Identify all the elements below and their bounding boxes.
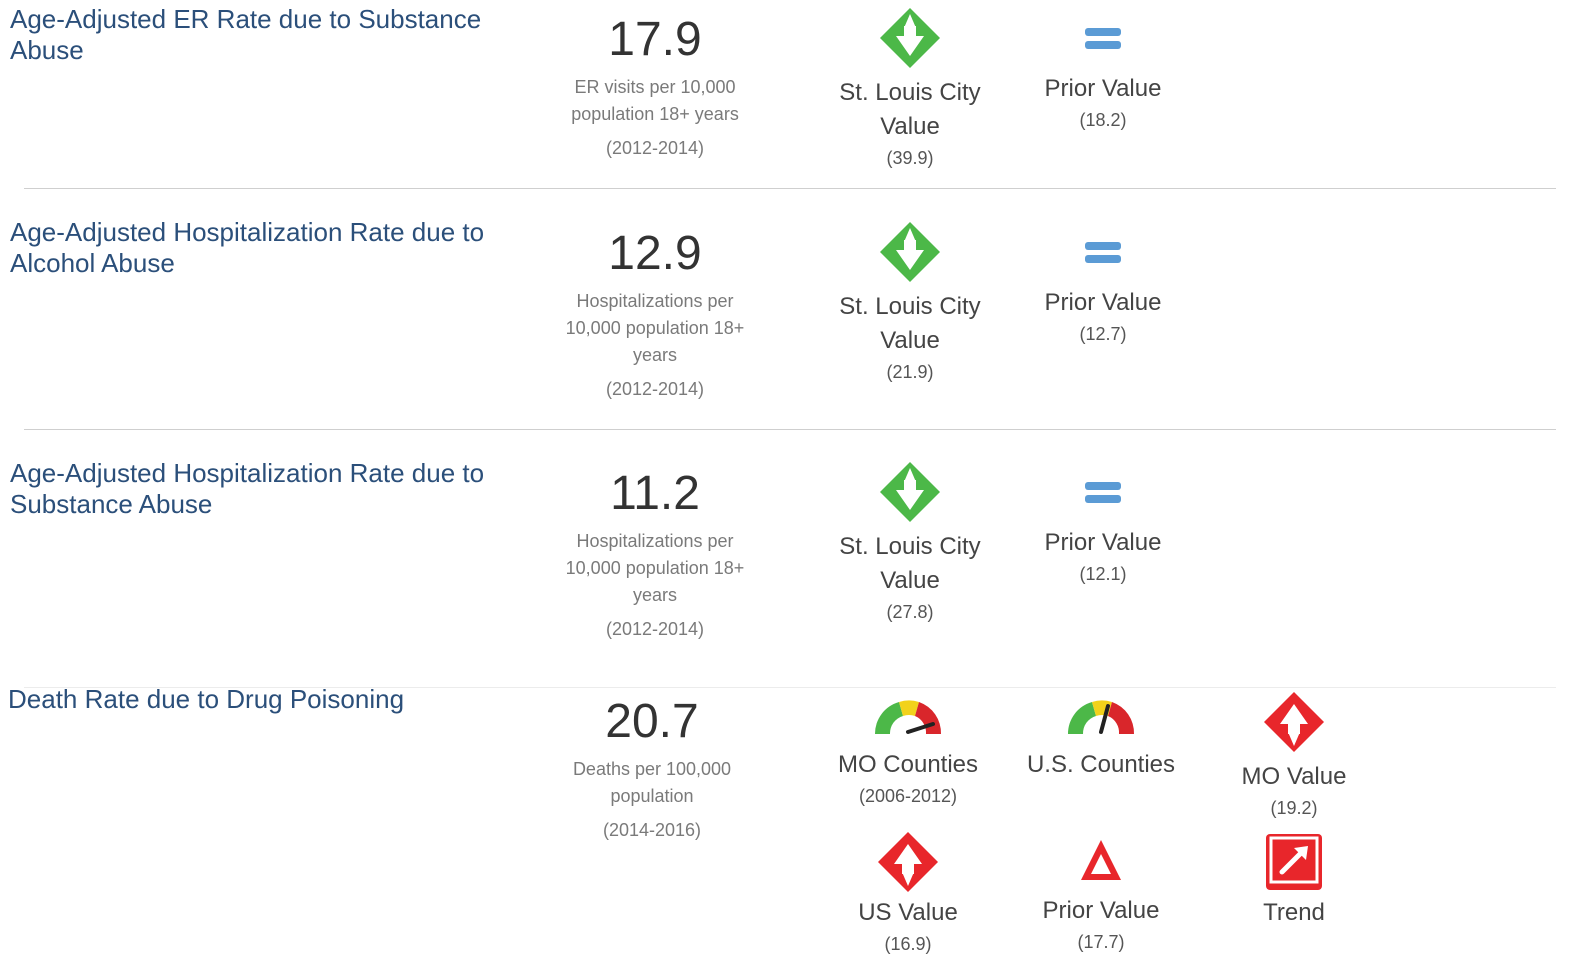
comparison-label: US Value [858, 899, 958, 926]
gauge-icon [874, 700, 942, 734]
indicator-unit: Hospitalizations per 10,000 population 1… [565, 531, 745, 605]
indicator-title[interactable]: Age-Adjusted ER Rate due to Substance Ab… [10, 4, 510, 66]
indicator-value: 17.9 [608, 13, 702, 66]
comparison-prior-value[interactable]: Prior Value (12.7) [1013, 238, 1193, 348]
green-diamond-down-icon [880, 462, 940, 522]
comparison-us-value[interactable]: US Value (16.9) [818, 830, 998, 958]
row-divider [24, 429, 1556, 430]
comparison-label: Prior Value [1044, 529, 1162, 556]
indicator-value: 11.2 [610, 467, 700, 520]
indicator-period: (2012-2014) [605, 379, 705, 399]
comparison-prior-value[interactable]: Prior Value (12.1) [1013, 478, 1193, 588]
indicator-period: (2014-2016) [602, 820, 702, 840]
comparison-st-louis-city[interactable]: St. Louis City Value (27.8) [820, 460, 1000, 626]
comparison-value: (17.7) [1077, 932, 1125, 952]
comparison-prior-value[interactable]: Prior Value (17.7) [1011, 838, 1191, 956]
equal-icon [1085, 482, 1121, 503]
comparison-mo-value[interactable]: MO Value (19.2) [1204, 690, 1384, 822]
equal-icon [1085, 28, 1121, 49]
comparison-label: Prior Value [1044, 75, 1162, 102]
comparison-st-louis-city[interactable]: St. Louis City Value (39.9) [820, 6, 1000, 172]
red-triangle-up-icon [1081, 840, 1121, 880]
red-diamond-up-icon [1264, 692, 1324, 752]
indicator-unit: Deaths per 100,000 population [572, 759, 732, 806]
indicator-title[interactable]: Death Rate due to Drug Poisoning [8, 684, 508, 715]
green-diamond-down-icon [880, 222, 940, 282]
comparison-trend[interactable]: Trend [1204, 832, 1384, 930]
indicator-unit: Hospitalizations per 10,000 population 1… [565, 291, 745, 365]
equal-icon [1085, 242, 1121, 263]
comparison-label: U.S. Counties [1026, 751, 1176, 778]
comparison-label: MO Counties [837, 751, 979, 778]
comparison-value: (27.8) [886, 602, 934, 622]
comparison-value: (18.2) [1079, 110, 1127, 130]
indicator-unit: ER visits per 10,000 population 18+ year… [571, 77, 739, 124]
comparison-value: (16.9) [884, 934, 932, 954]
indicator-title[interactable]: Age-Adjusted Hospitalization Rate due to… [10, 217, 510, 279]
indicator-title[interactable]: Age-Adjusted Hospitalization Rate due to… [10, 458, 510, 520]
comparison-value: (21.9) [886, 362, 934, 382]
comparison-mo-counties[interactable]: MO Counties (2006-2012) [818, 694, 998, 810]
green-diamond-down-icon [880, 8, 940, 68]
comparison-value: (12.7) [1079, 324, 1127, 344]
red-diamond-up-icon [878, 832, 938, 892]
indicator-period: (2012-2014) [605, 138, 705, 158]
comparison-value: (19.2) [1270, 798, 1318, 818]
comparison-label: St. Louis City Value [839, 293, 981, 354]
trend-icon [1266, 834, 1322, 890]
indicator-value-block: 20.7 Deaths per 100,000 population (2014… [532, 694, 772, 841]
comparison-prior-value[interactable]: Prior Value (18.2) [1013, 24, 1193, 134]
comparison-label: Trend [1263, 899, 1325, 926]
indicator-period: (2012-2014) [605, 619, 705, 639]
comparison-st-louis-city[interactable]: St. Louis City Value (21.9) [820, 220, 1000, 386]
gauge-icon [1067, 700, 1135, 734]
indicator-value-block: 17.9 ER visits per 10,000 population 18+… [535, 12, 775, 159]
comparison-value: (2006-2012) [858, 786, 958, 806]
comparison-label: MO Value [1241, 763, 1347, 790]
comparison-label: St. Louis City Value [839, 79, 981, 140]
indicator-value: 12.9 [608, 227, 702, 280]
indicator-value: 20.7 [605, 695, 699, 748]
indicator-value-block: 12.9 Hospitalizations per 10,000 populat… [535, 226, 775, 400]
comparison-label: Prior Value [1042, 897, 1160, 924]
comparison-label: St. Louis City Value [839, 533, 981, 594]
indicator-value-block: 11.2 Hospitalizations per 10,000 populat… [535, 466, 775, 640]
row-divider [24, 188, 1556, 189]
comparison-value: (12.1) [1079, 564, 1127, 584]
comparison-us-counties[interactable]: U.S. Counties [1011, 694, 1191, 782]
comparison-value: (39.9) [886, 148, 934, 168]
comparison-label: Prior Value [1044, 289, 1162, 316]
